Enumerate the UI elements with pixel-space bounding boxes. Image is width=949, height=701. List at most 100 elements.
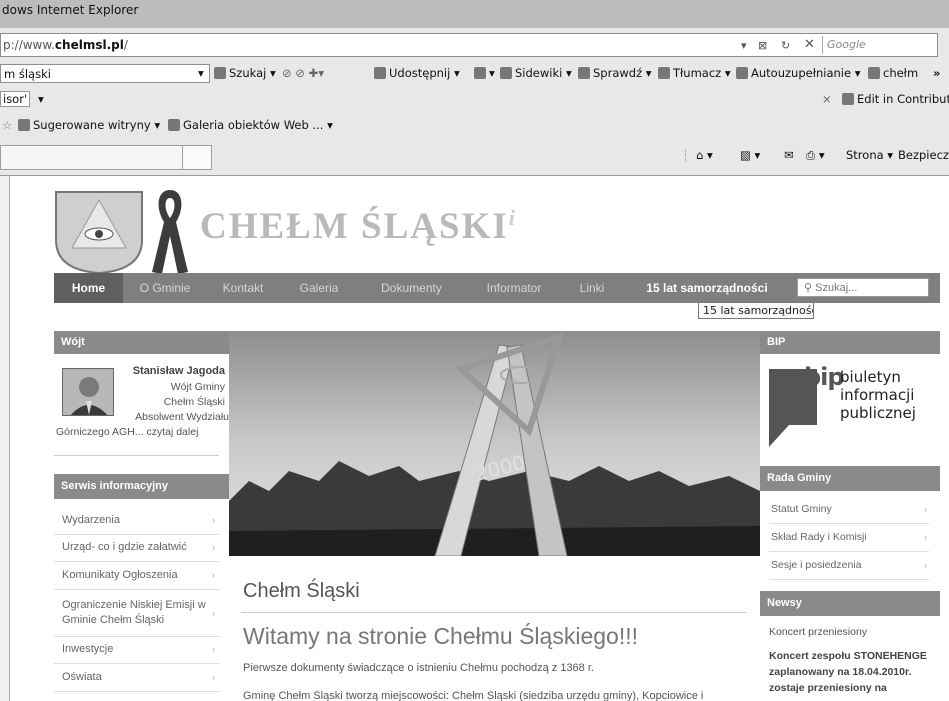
wojt-bio: Absolwent Wydziału xyxy=(135,411,229,423)
divider xyxy=(54,455,219,456)
nav-tooltip: 15 lat samorządności xyxy=(698,302,814,319)
wojt-role: Wójt Gminy xyxy=(170,381,225,393)
sidewiki-button[interactable]: Sidewiki ▾ xyxy=(500,66,572,80)
stop-icon[interactable]: ✕ xyxy=(804,37,815,52)
toolbar-tools-icons[interactable]: ⊘ ⊘ ✚▾ xyxy=(282,66,324,80)
favorites-bar: ☆ Sugerowane witryny ▾ Galeria obiektów … xyxy=(0,113,949,139)
welcome-heading: Witamy na stronie Chełmu Śląskiego!!! xyxy=(243,623,638,649)
browser-chrome: dows Internet Explorer p://www.chelmsl.p… xyxy=(0,0,949,176)
refresh-icon[interactable]: ↻ xyxy=(781,39,790,52)
bip-logo-text: bip xyxy=(804,363,845,391)
wojt-photo[interactable] xyxy=(62,368,114,416)
toolbar-close-icon[interactable]: × xyxy=(822,92,832,106)
bip-box: BIP xyxy=(760,331,940,354)
sidewiki-icon xyxy=(500,67,512,79)
wojt-box: Wójt Stanisław Jagoda Wójt Gminy Chełm Ś… xyxy=(54,331,229,456)
serwis-heading: Serwis informacyjny xyxy=(54,474,229,499)
chevron-right-icon: › xyxy=(212,542,215,552)
wojt-place: Chełm Śląski xyxy=(163,396,225,408)
window-title: dows Internet Explorer xyxy=(2,3,139,17)
nav-15-lat[interactable]: 15 lat samorządności xyxy=(620,273,794,303)
print-icon[interactable]: ⎙ ▾ xyxy=(806,148,825,163)
editor-dropdown-icon[interactable]: ▾ xyxy=(38,92,44,106)
tlumacz-button[interactable]: Tłumacz ▾ xyxy=(658,66,731,80)
rada-item-sesje[interactable]: Sesje i posiedzenia › xyxy=(769,552,929,580)
rada-heading: Rada Gminy xyxy=(760,466,940,491)
feeds-icon[interactable]: ▧ ▾ xyxy=(740,148,760,162)
favorites-icon[interactable]: ☆ xyxy=(2,118,12,132)
bip-banner[interactable]: bip biuletyn informacji publicznej xyxy=(760,353,940,463)
webslice-icon xyxy=(168,119,180,131)
spellcheck-icon xyxy=(578,67,590,79)
contribute-toolbar: isor' ▾ × Edit in Contribute xyxy=(0,87,949,113)
new-tab-button[interactable] xyxy=(182,145,212,170)
page-title: Chełm Śląski xyxy=(243,580,360,602)
chevron-right-icon: › xyxy=(924,532,927,542)
news-box: Newsy xyxy=(760,591,940,616)
bip-line-2: informacji xyxy=(840,386,915,404)
nav-informator[interactable]: Informator xyxy=(464,273,564,303)
browser-tab[interactable] xyxy=(0,145,212,170)
nav-linki[interactable]: Linki xyxy=(564,273,620,303)
url-text[interactable]: p://www.chelmsl.pl/ xyxy=(3,38,128,52)
nav-o-gminie[interactable]: O Gminie xyxy=(123,273,207,303)
bip-heading: BIP xyxy=(760,331,940,354)
wojt-name[interactable]: Stanisław Jagoda xyxy=(114,365,225,377)
site-search-input[interactable]: ⚲ Szukaj... xyxy=(797,278,929,297)
serwis-item-inwestycje[interactable]: Inwestycje › xyxy=(54,637,219,664)
toolbar-search-input[interactable]: m śląski xyxy=(0,64,210,83)
rada-item-sklad[interactable]: Skład Rady i Komisji › xyxy=(769,524,929,552)
dropdown-icon[interactable]: ▾ xyxy=(741,39,747,52)
search-icon: ⚲ xyxy=(804,282,816,294)
web-slice-gallery-link[interactable]: Galeria obiektów Web ... ▾ xyxy=(168,118,333,132)
address-bar[interactable]: p://www.chelmsl.pl/ ▾ ⊠ ↻ ✕ Google xyxy=(0,33,938,57)
bookmarks-button[interactable]: ▾ xyxy=(474,66,495,80)
chevron-right-icon: › xyxy=(924,504,927,514)
google-toolbar: m śląski ▾ Szukaj ▾ ⊘ ⊘ ✚▾ Udostępnij ▾ … xyxy=(0,61,949,87)
serwis-item-niska-emisja[interactable]: Ograniczenie Niskiej Emisji w Gminie Cheł… xyxy=(54,590,219,637)
chevron-right-icon: › xyxy=(212,570,215,580)
nav-kontakt[interactable]: Kontakt xyxy=(207,273,279,303)
wojt-more-link[interactable]: Górniczego AGH... czytaj dalej xyxy=(56,426,226,438)
home-icon[interactable]: ⌂ ▾ xyxy=(696,148,713,162)
left-frame-edge xyxy=(0,176,10,701)
nav-home[interactable]: Home xyxy=(54,273,123,303)
serwis-item-komunikaty[interactable]: Komunikaty Ogłoszenia › xyxy=(54,562,219,590)
serwis-item-wydarzenia[interactable]: Wydarzenia › xyxy=(54,510,219,535)
search-icon xyxy=(214,67,226,79)
szukaj-button[interactable]: Szukaj ▾ xyxy=(214,66,276,80)
serwis-item-oswiata[interactable]: Oświata › xyxy=(54,664,219,692)
person-icon xyxy=(63,369,113,415)
strona-menu[interactable]: Strona ▾ xyxy=(846,148,893,162)
nav-dokumenty[interactable]: Dokumenty xyxy=(359,273,464,303)
share-icon xyxy=(374,67,386,79)
serwis-item-urzad[interactable]: Urząd- co i gdzie załatwić › xyxy=(54,535,219,562)
edit-in-contribute-button[interactable]: Edit in Contribute xyxy=(842,92,949,106)
more-icon[interactable]: » xyxy=(933,66,940,80)
chevron-right-icon: › xyxy=(212,644,215,654)
search-dropdown-icon[interactable]: ▾ xyxy=(198,66,204,80)
chelm-button[interactable]: chełm xyxy=(868,66,918,80)
paragraph-2: Gminę Chełm Śląski tworzą miejscowości: … xyxy=(243,690,704,701)
search-engine-box[interactable]: Google xyxy=(822,36,938,54)
hero-image: 2000 xyxy=(229,331,760,556)
compat-icon[interactable]: ⊠ xyxy=(758,39,767,52)
coat-of-arms-logo xyxy=(55,191,143,274)
editor-label[interactable]: isor' xyxy=(0,91,31,107)
sprawdz-button[interactable]: Sprawdź ▾ xyxy=(578,66,652,80)
news-item-body[interactable]: Koncert zespołu STONEHENGE zaplanowany n… xyxy=(769,648,944,696)
rada-box: Rada Gminy xyxy=(760,466,940,491)
mail-icon[interactable]: ✉ xyxy=(784,148,794,162)
bezpieczenstwo-menu[interactable]: Bezpieczeń xyxy=(898,148,949,162)
chevron-right-icon: › xyxy=(212,672,215,682)
udostepnij-button[interactable]: Udostępnij ▾ xyxy=(374,66,460,80)
autouzupelnianie-button[interactable]: Autouzupełnianie ▾ xyxy=(736,66,860,80)
suggested-sites-link[interactable]: Sugerowane witryny ▾ xyxy=(18,118,160,132)
chevron-right-icon: › xyxy=(924,560,927,570)
separator: ┆ xyxy=(682,148,689,162)
site-brand: CHEŁM ŚLĄSKIi xyxy=(200,205,517,247)
chevron-right-icon: › xyxy=(212,608,215,618)
nav-galeria[interactable]: Galeria xyxy=(279,273,359,303)
rada-item-statut[interactable]: Statut Gminy › xyxy=(769,497,929,524)
news-item-title[interactable]: Koncert przeniesiony xyxy=(769,626,867,638)
